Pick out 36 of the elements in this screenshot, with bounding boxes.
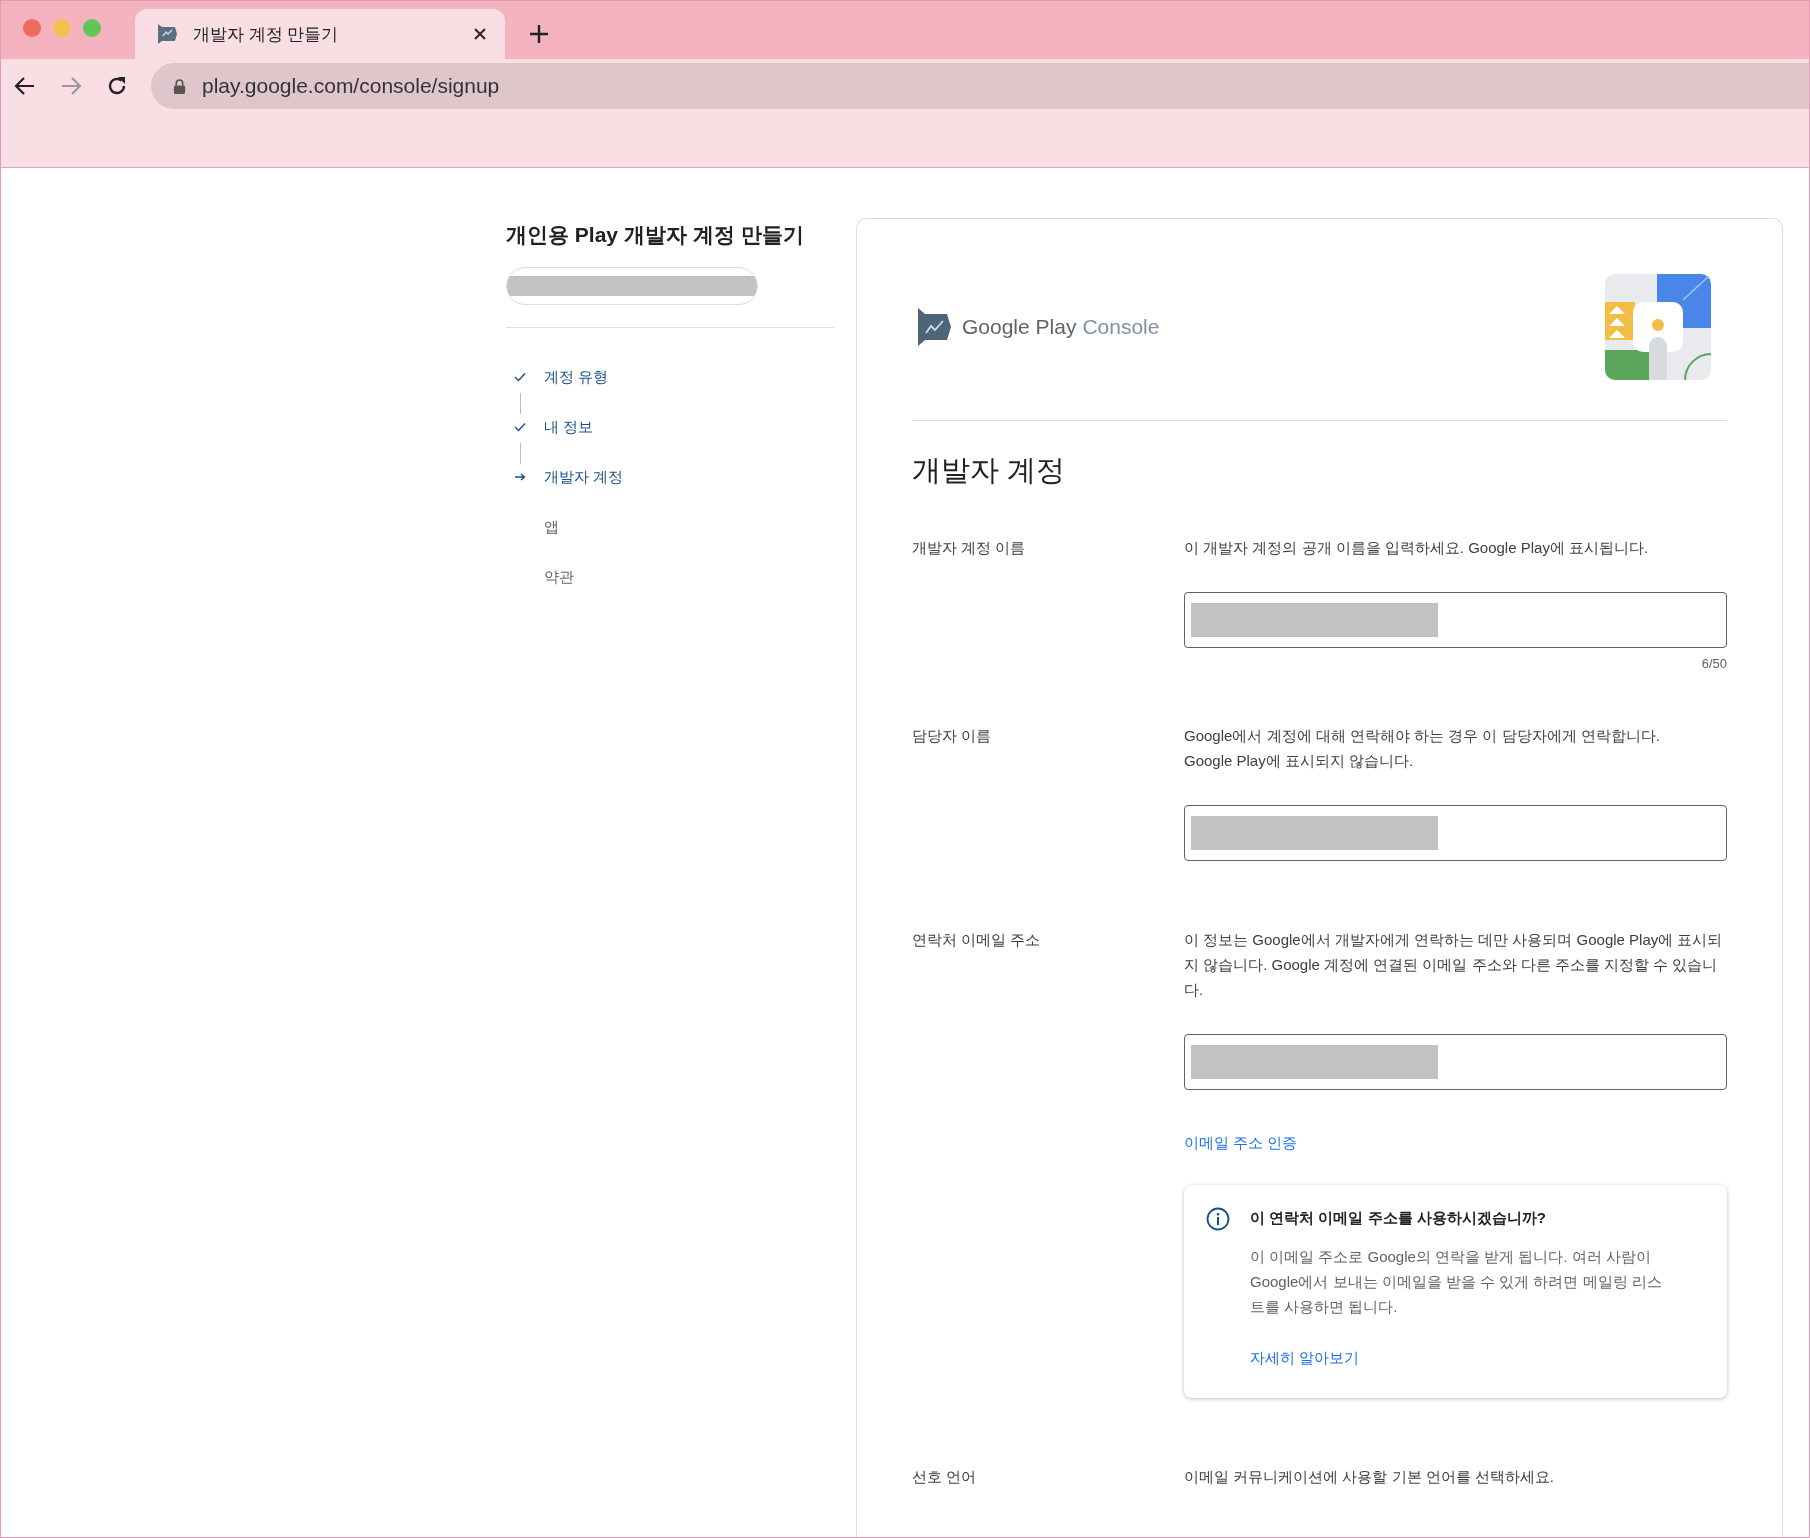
- notice-title: 이 연락처 이메일 주소를 사용하시겠습니까?: [1250, 1209, 1547, 1228]
- info-icon: [1206, 1207, 1230, 1231]
- field-label: 개발자 계정 이름: [912, 539, 1027, 558]
- browser-tab[interactable]: 개발자 계정 만들기: [135, 9, 505, 59]
- play-console-icon: [155, 22, 179, 46]
- step-item[interactable]: 계정 유형: [514, 366, 835, 388]
- field-description: 이 개발자 계정의 공개 이름을 입력하세요. Google Play에 표시됩니다.: [1184, 538, 1650, 558]
- field-description: Google에서 계정에 대해 연락해야 하는 경우 이 담당자에게 연락합니다. Google Play에 표시되지 않습니다.: [1184, 726, 1661, 771]
- step-item[interactable]: 앱: [514, 516, 835, 538]
- field-description: 이 정보는 Google에서 개발자에게 연락하는 데만 사용되며 Google Play에 표시되지 않습니다. Google 계정에 연결된 이메일 주소와 다른 주소를 지정할 수 있습니다.: [1184, 930, 1724, 1000]
- step-item[interactable]: 내 정보: [514, 416, 835, 438]
- check-icon: [514, 372, 526, 382]
- input-field[interactable]: [1184, 1034, 1727, 1090]
- field-label: 선호 언어: [912, 1468, 978, 1487]
- step-item[interactable]: 개발자 계정: [514, 466, 835, 488]
- lock-icon: [173, 78, 186, 94]
- character-counter: 6/50: [1701, 656, 1727, 671]
- product-name: Console: [1082, 315, 1160, 339]
- page-title: 개인용 Play 개발자 계정 만들기: [506, 222, 805, 248]
- field-label: 담당자 이름: [912, 727, 993, 746]
- verify-email-link[interactable]: 이메일 주소 인증: [1184, 1134, 1298, 1151]
- input-field[interactable]: [1184, 592, 1727, 648]
- step-item[interactable]: 약관: [514, 566, 835, 588]
- close-icon[interactable]: [473, 27, 487, 41]
- learn-more-link[interactable]: 자세히 알아보기: [1250, 1349, 1360, 1366]
- arrow-icon: [514, 472, 526, 482]
- play-console-logo-icon: [916, 307, 952, 347]
- field-label: 연락처 이메일 주소: [912, 931, 1042, 950]
- input-field[interactable]: [1184, 805, 1727, 861]
- address-bar[interactable]: play.google.com/console/signup: [151, 63, 1809, 109]
- field-description: 이메일 커뮤니케이션에 사용할 기본 언어를 선택하세요.: [1184, 1467, 1555, 1487]
- notice-text: 이 이메일 주소로 Google의 연락을 받게 됩니다. 여러 사람이 Google에서 보내는 이메일을 받을 수 있게 하려면 메일링 리스트를 사용하면 됩니다.: [1250, 1247, 1663, 1317]
- brand-name: Google Play: [962, 315, 1077, 339]
- check-icon: [514, 422, 526, 432]
- section-heading: 개발자 계정: [912, 453, 1067, 488]
- new-tab-icon[interactable]: [529, 24, 549, 44]
